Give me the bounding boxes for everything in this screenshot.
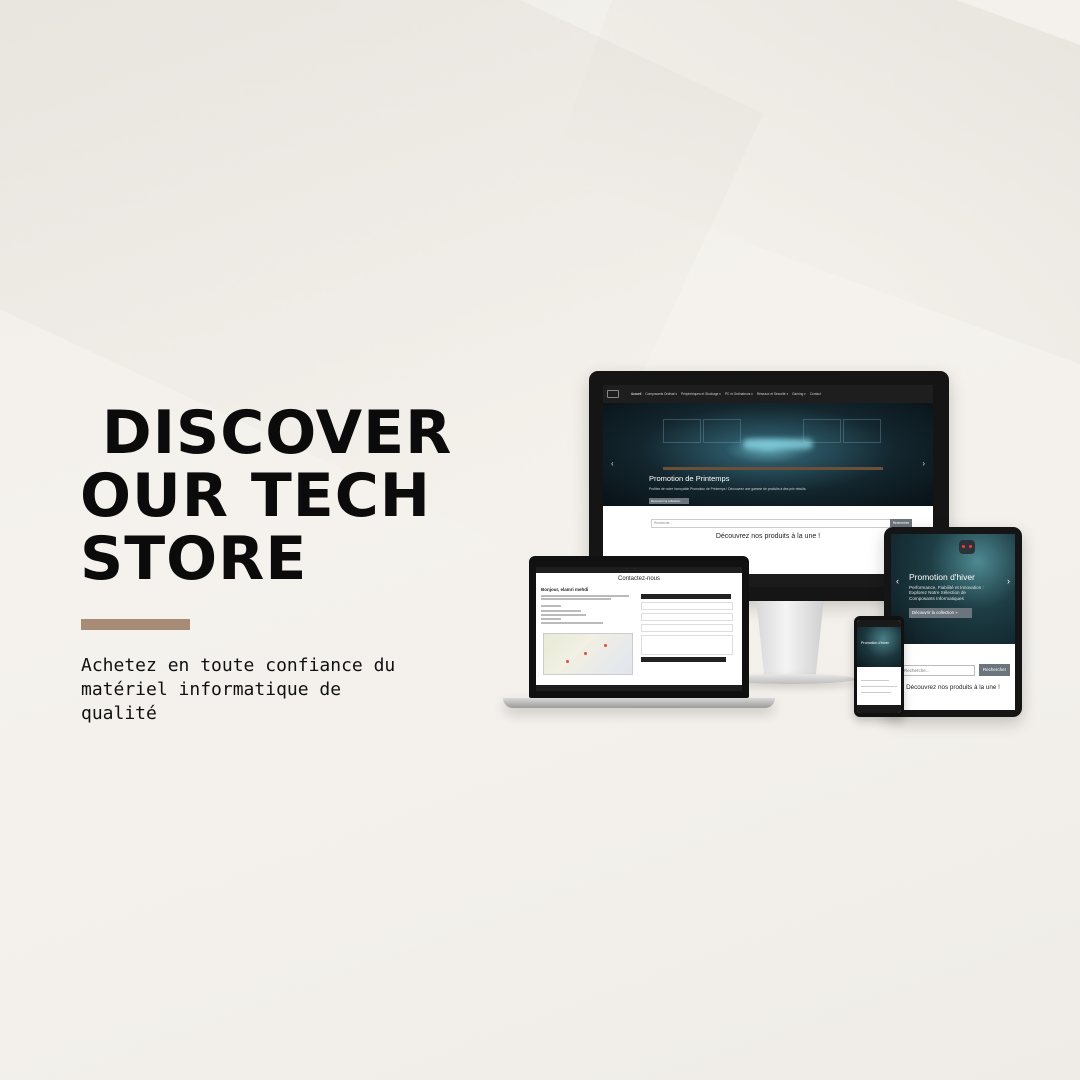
nav-item[interactable]: Périphériques et Stockage ▾ xyxy=(681,392,721,396)
laptop-base xyxy=(503,698,775,708)
carousel-next-icon[interactable]: › xyxy=(922,459,925,468)
smartphone: Promotion d'hiver xyxy=(854,616,904,717)
slide-title: Promotion de Printemps xyxy=(649,474,730,483)
robot-image xyxy=(959,540,975,554)
tablet: ‹ › Promotion d'hiver Performance, Fiabi… xyxy=(884,527,1022,717)
nav-item[interactable]: PC et Ordinateurs ▾ xyxy=(725,392,753,396)
headline: DISCOVER OUR TECH STORE xyxy=(80,398,453,594)
tablet-screen: ‹ › Promotion d'hiver Performance, Fiabi… xyxy=(891,534,1015,710)
slide-text: Performance, Fiabilité et Innovation : E… xyxy=(909,585,984,601)
laptop: Contactez-nous Bonjour, elamri mehdi xyxy=(529,556,749,698)
map-embed[interactable] xyxy=(543,633,633,675)
monitor-stand xyxy=(756,601,824,677)
search-button[interactable]: Rechercher xyxy=(979,664,1010,676)
site-navbar xyxy=(536,567,742,573)
slide-title: Promotion d'hiver xyxy=(861,641,889,645)
nav-item[interactable]: Composants Ordinat ▾ xyxy=(645,392,677,396)
message-field[interactable] xyxy=(641,635,733,655)
hero-carousel: ‹ › Promotion d'hiver Performance, Fiabi… xyxy=(891,534,1015,644)
carousel-next-icon[interactable]: › xyxy=(1007,576,1010,586)
hero-carousel: Promotion d'hiver xyxy=(857,627,901,667)
nav-item[interactable]: Contact xyxy=(810,392,821,396)
name-field[interactable] xyxy=(641,602,733,610)
form-header xyxy=(641,594,731,599)
carousel-prev-icon[interactable]: ‹ xyxy=(896,576,899,586)
contact-title: Contactez-nous xyxy=(617,576,661,582)
search-input[interactable]: Recherche... xyxy=(903,665,975,676)
nav-item[interactable]: Réseaux et Sécurité ▾ xyxy=(757,392,788,396)
greeting: Bonjour, elamri mehdi xyxy=(541,587,589,592)
search-input[interactable]: Recherche... xyxy=(651,519,891,528)
site-navbar xyxy=(857,620,901,627)
site-footer xyxy=(536,685,742,691)
collection-button[interactable]: Découvrir la collection » xyxy=(909,608,972,618)
nav-item[interactable]: Gaming ▾ xyxy=(792,392,806,396)
accent-divider xyxy=(81,619,190,630)
laptop-screen: Contactez-nous Bonjour, elamri mehdi xyxy=(536,567,742,691)
send-button[interactable] xyxy=(641,657,726,662)
phone-screen: Promotion d'hiver xyxy=(857,620,901,713)
hero-carousel: ‹ › Promotion de Printemps Profitez de n… xyxy=(603,403,933,506)
site-logo xyxy=(607,390,619,398)
nav-item[interactable]: Accueil xyxy=(631,392,641,396)
slide-text: Profitez de notre incroyable Promotion d… xyxy=(649,487,807,491)
subtitle: Achetez en toute confiance du matériel i… xyxy=(81,655,396,724)
collection-button[interactable]: Découvrir la collection xyxy=(649,498,689,504)
slide-title: Promotion d'hiver xyxy=(909,572,975,582)
site-footer xyxy=(857,705,901,713)
email-field[interactable] xyxy=(641,613,733,621)
featured-heading: Découvrez nos produits à la une ! xyxy=(906,684,1000,691)
subject-field[interactable] xyxy=(641,624,733,632)
search-button[interactable]: Rechercher xyxy=(890,519,912,527)
carousel-prev-icon[interactable]: ‹ xyxy=(611,459,614,468)
site-navbar: Accueil Composants Ordinat ▾ Périphériqu… xyxy=(603,385,933,403)
